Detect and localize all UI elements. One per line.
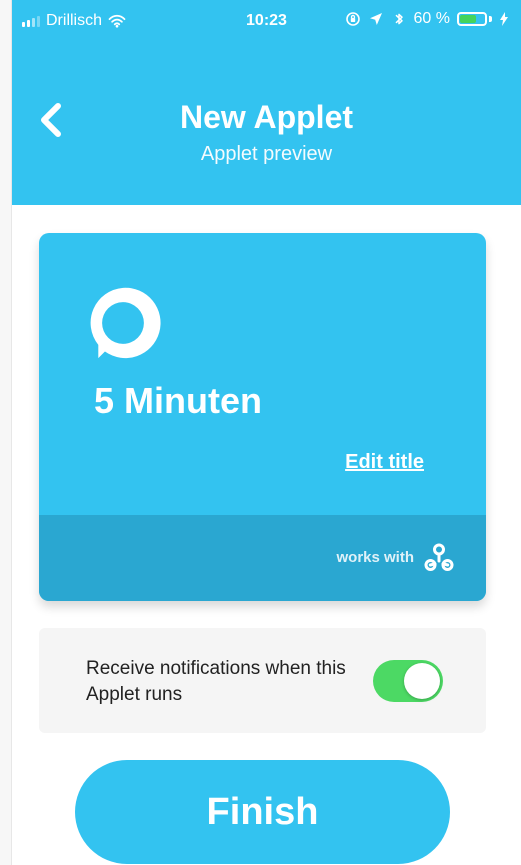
notification-label: Receive notifications when this Applet r… xyxy=(86,658,346,705)
applet-title: 5 Minuten xyxy=(94,380,262,421)
status-right: 60 % xyxy=(345,10,509,28)
status-bar: Drillisch 10:23 60 % xyxy=(12,0,521,40)
charging-icon xyxy=(500,12,508,26)
orientation-lock-icon xyxy=(345,12,360,26)
location-icon xyxy=(369,13,382,25)
notifications-toggle[interactable] xyxy=(373,660,443,702)
alexa-icon xyxy=(90,287,161,359)
webhook-icon xyxy=(424,543,454,571)
battery-percent: 60 % xyxy=(413,10,450,27)
edit-title-link[interactable]: Edit title xyxy=(345,451,424,474)
screen: Drillisch 10:23 60 % New Applet Applet p… xyxy=(0,0,521,865)
toggle-knob xyxy=(404,663,440,699)
battery-icon xyxy=(457,12,492,26)
app: Drillisch 10:23 60 % New Applet Applet p… xyxy=(12,0,521,865)
finish-button[interactable]: Finish xyxy=(75,760,450,864)
page-title: New Applet xyxy=(179,99,354,135)
notification-setting: Receive notifications when this Applet r… xyxy=(39,628,486,733)
works-with-label: works with xyxy=(336,549,414,566)
page-subtitle: Applet preview xyxy=(200,143,333,165)
left-edge xyxy=(0,0,12,865)
bluetooth-icon xyxy=(395,13,403,25)
header: Drillisch 10:23 60 % New Applet Applet p… xyxy=(12,0,521,205)
card-footer: works with xyxy=(39,515,486,601)
applet-preview-card: 5 Minuten Edit title works with xyxy=(39,233,486,601)
